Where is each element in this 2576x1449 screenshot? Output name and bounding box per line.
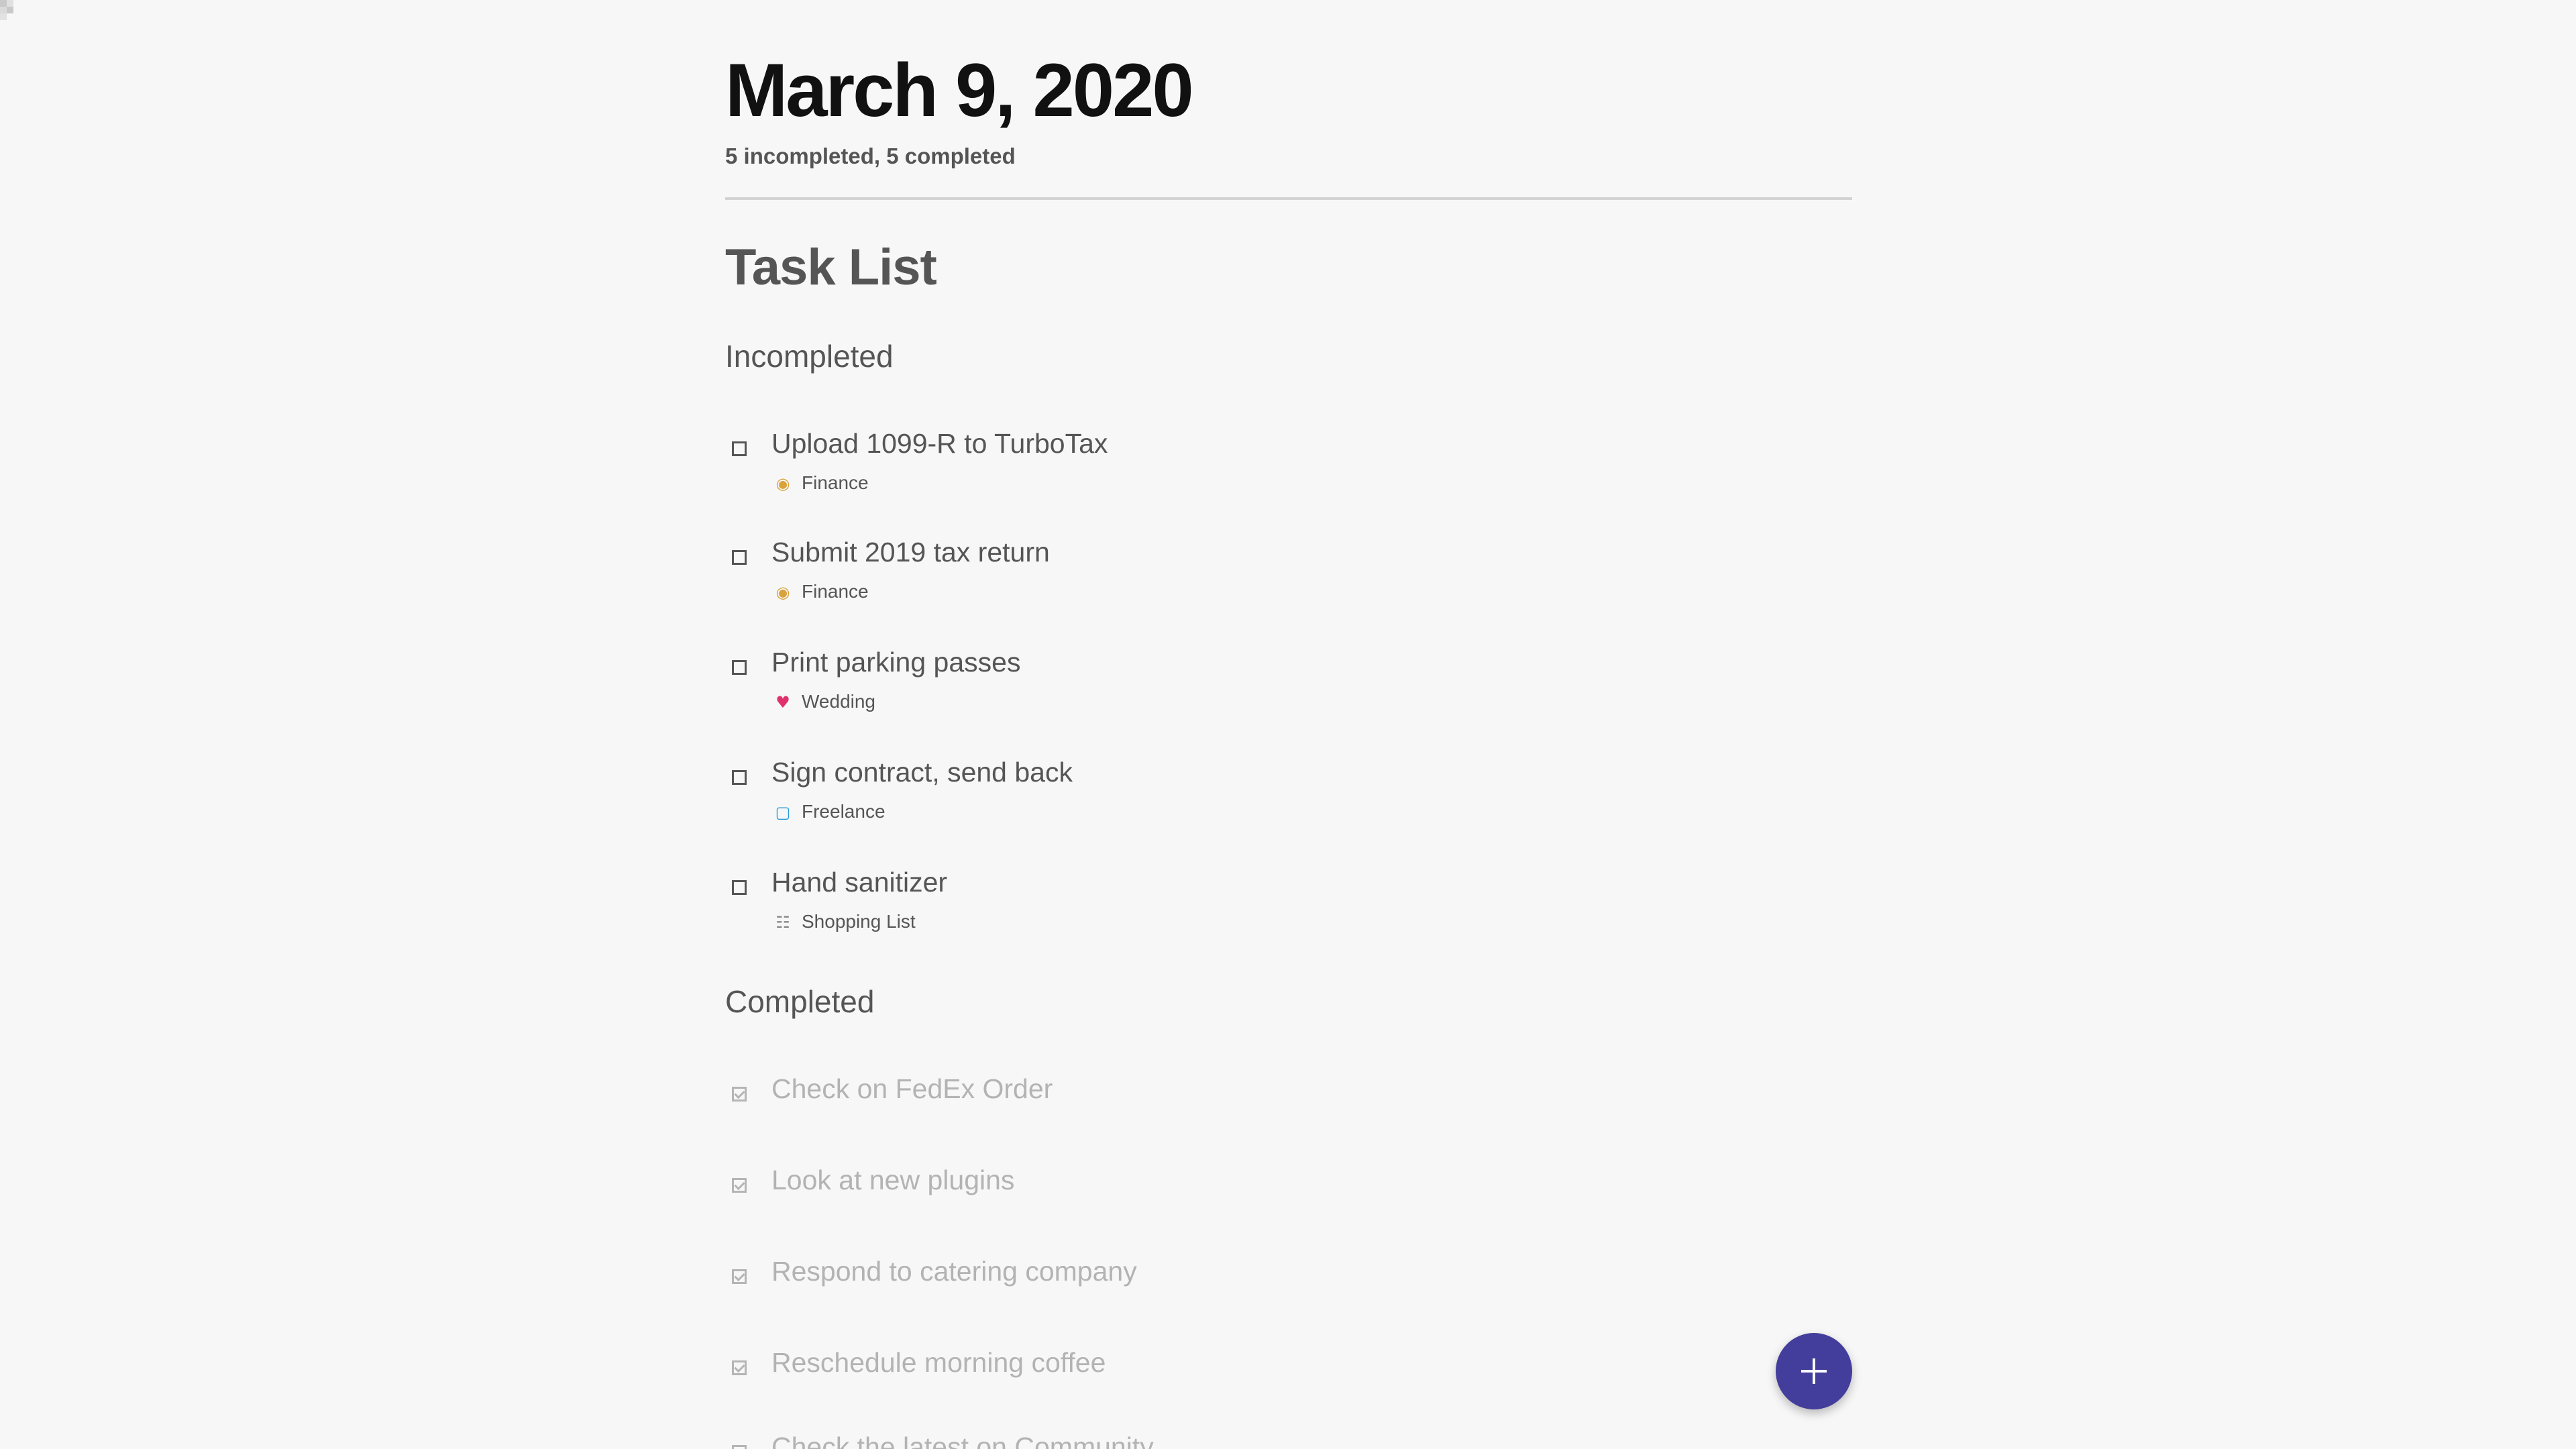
incompleted-heading: Incompleted: [725, 339, 894, 374]
task-item: Upload 1099-R to TurboTax ◉ Finance: [725, 428, 1852, 526]
task-title[interactable]: Hand sanitizer: [771, 867, 947, 898]
task-title[interactable]: Reschedule morning coffee: [771, 1347, 1106, 1379]
money-bag-icon: ◉: [775, 583, 790, 602]
task-item-completed: Check on FedEx Order: [725, 1073, 1852, 1171]
header-divider: [725, 197, 1852, 200]
task-checkbox-checked[interactable]: [732, 1269, 747, 1284]
task-tag[interactable]: ☷ Shopping List: [773, 911, 916, 932]
task-tag[interactable]: ◉ Finance: [773, 581, 869, 602]
task-checkbox-checked[interactable]: [732, 1445, 747, 1449]
add-task-button[interactable]: [1776, 1333, 1852, 1409]
task-checkbox[interactable]: [732, 880, 747, 895]
task-tag[interactable]: ♥ Wedding: [773, 691, 875, 712]
task-item: Submit 2019 tax return ◉ Finance: [725, 537, 1852, 635]
task-checkbox[interactable]: [732, 770, 747, 785]
task-title[interactable]: Respond to catering company: [771, 1256, 1137, 1287]
task-tag[interactable]: ▢ Freelance: [773, 801, 885, 822]
task-item-completed: Look at new plugins: [725, 1165, 1852, 1263]
task-item-completed: Reschedule morning coffee: [725, 1347, 1852, 1445]
task-title[interactable]: Print parking passes: [771, 647, 1020, 678]
shopping-cart-icon: ☷: [775, 913, 790, 932]
money-bag-icon: ◉: [775, 474, 790, 493]
task-item: Sign contract, send back ▢ Freelance: [725, 757, 1852, 855]
task-checkbox-checked[interactable]: [732, 1087, 747, 1102]
task-checkbox[interactable]: [732, 660, 747, 675]
completed-heading: Completed: [725, 984, 875, 1019]
page-title: March 9, 2020: [725, 48, 1194, 132]
task-summary: 5 incompleted, 5 completed: [725, 144, 1016, 168]
task-tag-label: Finance: [802, 581, 869, 602]
task-checkbox[interactable]: [732, 441, 747, 456]
task-title[interactable]: Check on FedEx Order: [771, 1073, 1053, 1105]
task-item-completed: Respond to catering company: [725, 1256, 1852, 1354]
task-item-completed: Check the latest on Community: [725, 1436, 1852, 1449]
task-title[interactable]: Check the latest on Community: [771, 1436, 1154, 1449]
task-checkbox[interactable]: [732, 550, 747, 565]
task-tag-label: Finance: [802, 472, 869, 493]
task-checkbox-checked[interactable]: [732, 1178, 747, 1193]
task-title[interactable]: Upload 1099-R to TurboTax: [771, 428, 1108, 460]
computer-icon: ▢: [775, 803, 791, 822]
task-tag[interactable]: ◉ Finance: [773, 472, 869, 494]
task-title[interactable]: Submit 2019 tax return: [771, 537, 1050, 568]
task-title[interactable]: Look at new plugins: [771, 1165, 1014, 1196]
task-item: Hand sanitizer ☷ Shopping List: [725, 867, 1852, 965]
task-item: Print parking passes ♥ Wedding: [725, 647, 1852, 745]
window-handle-icon: [0, 0, 23, 20]
task-list-title: Task List: [725, 239, 937, 296]
task-title[interactable]: Sign contract, send back: [771, 757, 1073, 788]
task-tag-label: Shopping List: [802, 911, 916, 932]
two-hearts-icon: ♥: [775, 693, 790, 712]
task-tag-label: Freelance: [802, 801, 885, 822]
plus-icon-stem: [1813, 1358, 1815, 1384]
task-checkbox-checked[interactable]: [732, 1360, 747, 1375]
task-tag-label: Wedding: [802, 691, 876, 712]
